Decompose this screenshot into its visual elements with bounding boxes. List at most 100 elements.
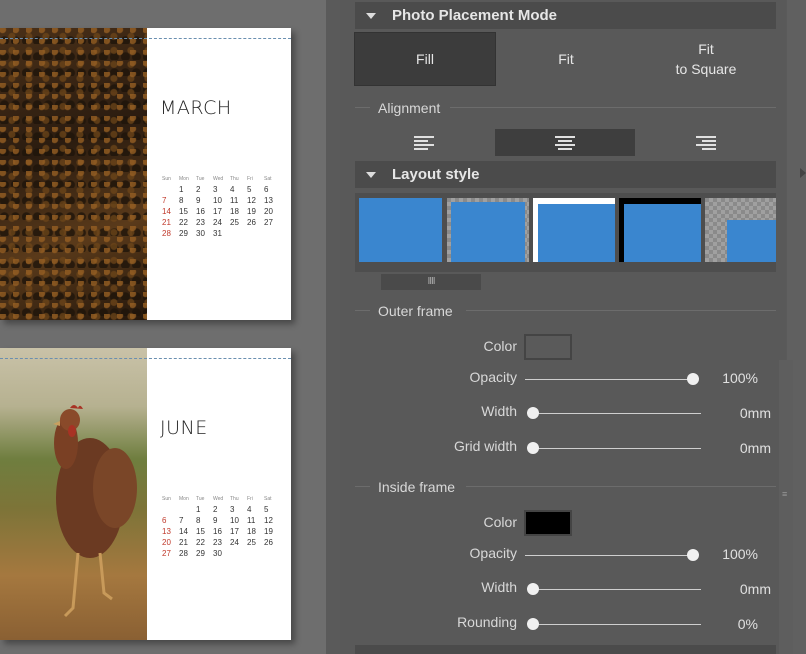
inside-opacity-value: 100% xyxy=(722,546,758,562)
divider xyxy=(355,310,370,311)
day-cell xyxy=(264,548,281,559)
day-cell: 23 xyxy=(196,218,205,227)
divider xyxy=(466,486,776,487)
section-title: Layout style xyxy=(392,166,480,183)
day-cell: 24 xyxy=(213,218,222,227)
outer-width-slider-knob[interactable] xyxy=(527,407,539,419)
weekday-label: Fri xyxy=(247,176,253,182)
mode-fit-label: Fit xyxy=(558,51,574,67)
day-cell: 13 xyxy=(162,527,171,536)
inside-width-slider-knob[interactable] xyxy=(527,583,539,595)
day-cell: 28 xyxy=(179,549,188,558)
hen-image xyxy=(53,405,137,618)
day-cell: 26 xyxy=(264,538,273,547)
outer-color-swatch[interactable] xyxy=(524,334,572,360)
day-cell: 5 xyxy=(264,505,269,514)
mode-fit-button[interactable]: Fit xyxy=(496,32,636,86)
page-photo[interactable] xyxy=(0,28,147,320)
day-cell xyxy=(264,228,281,239)
day-cell: 29 xyxy=(179,229,188,238)
align-right-icon xyxy=(695,136,716,150)
day-cell: 2 xyxy=(213,505,218,514)
weekday-label: Sat xyxy=(264,176,272,182)
align-center-button[interactable] xyxy=(494,129,636,156)
day-cell: 1 xyxy=(179,185,184,194)
weekday-header: Sun Mon Tue Wed Thu Fri Sat xyxy=(162,176,278,182)
outer-color-label: Color xyxy=(483,338,517,354)
weekday-label: Mon xyxy=(179,176,189,182)
inside-opacity-slider-track[interactable] xyxy=(525,555,696,556)
layout-thumb-full[interactable] xyxy=(359,198,442,262)
align-right-button[interactable] xyxy=(635,129,776,156)
day-cell: 26 xyxy=(247,218,256,227)
day-cell: 8 xyxy=(179,196,184,205)
mode-fill-label: Fill xyxy=(416,51,434,67)
layout-thumb-margin[interactable] xyxy=(447,198,529,262)
calendar-page-march[interactable]: MARCH Sun Mon Tue Wed Thu Fri Sat 1 2 3 4 5 6 7 8 9 10 1… xyxy=(0,28,291,320)
outer-opacity-slider-track[interactable] xyxy=(525,379,696,380)
day-cell: 25 xyxy=(230,218,239,227)
scroll-grip-icon: IIII xyxy=(427,276,435,287)
month-calendar-grid: Sun Mon Tue Wed Thu Fri Sat 1 2 3 4 5 6 7 8 9 10 11 12 13 1… xyxy=(162,496,278,559)
calendar-canvas: MARCH Sun Mon Tue Wed Thu Fri Sat 1 2 3 4 5 6 7 8 9 10 1… xyxy=(0,0,326,654)
divider xyxy=(466,310,776,311)
divider xyxy=(355,486,370,487)
day-cell: 22 xyxy=(179,218,188,227)
inside-rounding-value: 0% xyxy=(737,616,758,632)
panel-scrollbar-thumb[interactable] xyxy=(779,360,793,654)
day-cell: 14 xyxy=(179,527,188,536)
inside-frame-label: Inside frame xyxy=(378,479,456,495)
inside-rounding-slider-track[interactable] xyxy=(530,624,701,625)
layout-thumb-offset[interactable] xyxy=(705,198,776,262)
day-cell: 17 xyxy=(230,527,239,536)
inside-color-swatch[interactable] xyxy=(524,510,572,536)
inside-width-slider-track[interactable] xyxy=(530,589,701,590)
section-layout-style[interactable]: Layout style xyxy=(355,161,776,188)
day-cell: 16 xyxy=(213,527,222,536)
placement-mode-group: Fill Fit Fit to Square xyxy=(354,32,776,86)
day-cell xyxy=(247,228,264,239)
weekday-label: Sun xyxy=(162,176,171,182)
day-cell xyxy=(179,504,196,515)
outer-width-slider-track[interactable] xyxy=(530,413,701,414)
day-cell xyxy=(230,548,247,559)
day-cell: 2 xyxy=(196,185,201,194)
day-cell: 11 xyxy=(247,516,256,525)
month-title: JUNE xyxy=(160,417,208,439)
day-cell xyxy=(162,184,179,195)
day-cell: 18 xyxy=(247,527,256,536)
next-section-header[interactable] xyxy=(355,645,776,654)
outer-grid-width-slider-knob[interactable] xyxy=(527,442,539,454)
section-photo-placement[interactable]: Photo Placement Mode xyxy=(355,2,776,29)
page-photo[interactable] xyxy=(0,348,147,640)
outer-width-value: 0mm xyxy=(739,405,771,421)
day-cell: 10 xyxy=(230,516,239,525)
layout-strip-scrollbar[interactable]: IIII xyxy=(381,274,481,290)
outer-grid-width-slider-track[interactable] xyxy=(530,448,701,449)
mode-fit-to-square-button[interactable]: Fit to Square xyxy=(636,32,776,86)
calendar-page-june[interactable]: JUNE Sun Mon Tue Wed Thu Fri Sat 1 2 3 4 5 6 7 8 9 10 11… xyxy=(0,348,291,640)
day-cell: 9 xyxy=(213,516,218,525)
day-cell: 6 xyxy=(264,185,269,194)
day-cell: 29 xyxy=(196,549,205,558)
day-cell xyxy=(247,548,264,559)
day-cell: 27 xyxy=(162,549,171,558)
day-cell: 31 xyxy=(213,229,222,238)
layout-thumb-white-frame[interactable] xyxy=(533,198,615,262)
expand-arrow-icon[interactable] xyxy=(800,168,806,178)
day-cell: 5 xyxy=(247,185,252,194)
day-grid: 1 2 3 4 5 6 7 8 9 10 11 12 13 14 15 16 17 18 19 20 21 22 23 24 2… xyxy=(162,504,278,559)
day-grid: 1 2 3 4 5 6 7 8 9 10 11 12 13 14 15 16 17 18 19 20 21 22 23 24 2… xyxy=(162,184,278,239)
day-cell: 19 xyxy=(264,527,273,536)
weekday-label: Sat xyxy=(264,496,272,502)
mode-fill-button[interactable]: Fill xyxy=(354,32,496,86)
layout-thumb-black-frame[interactable] xyxy=(619,198,701,262)
day-cell: 27 xyxy=(264,218,273,227)
app-root: MARCH Sun Mon Tue Wed Thu Fri Sat 1 2 3 4 5 6 7 8 9 10 1… xyxy=(0,0,806,654)
day-cell: 16 xyxy=(196,207,205,216)
day-cell: 13 xyxy=(264,196,273,205)
inside-rounding-slider-knob[interactable] xyxy=(527,618,539,630)
align-left-button[interactable] xyxy=(354,129,495,156)
align-left-icon xyxy=(414,136,435,150)
outer-frame-label: Outer frame xyxy=(378,303,453,319)
